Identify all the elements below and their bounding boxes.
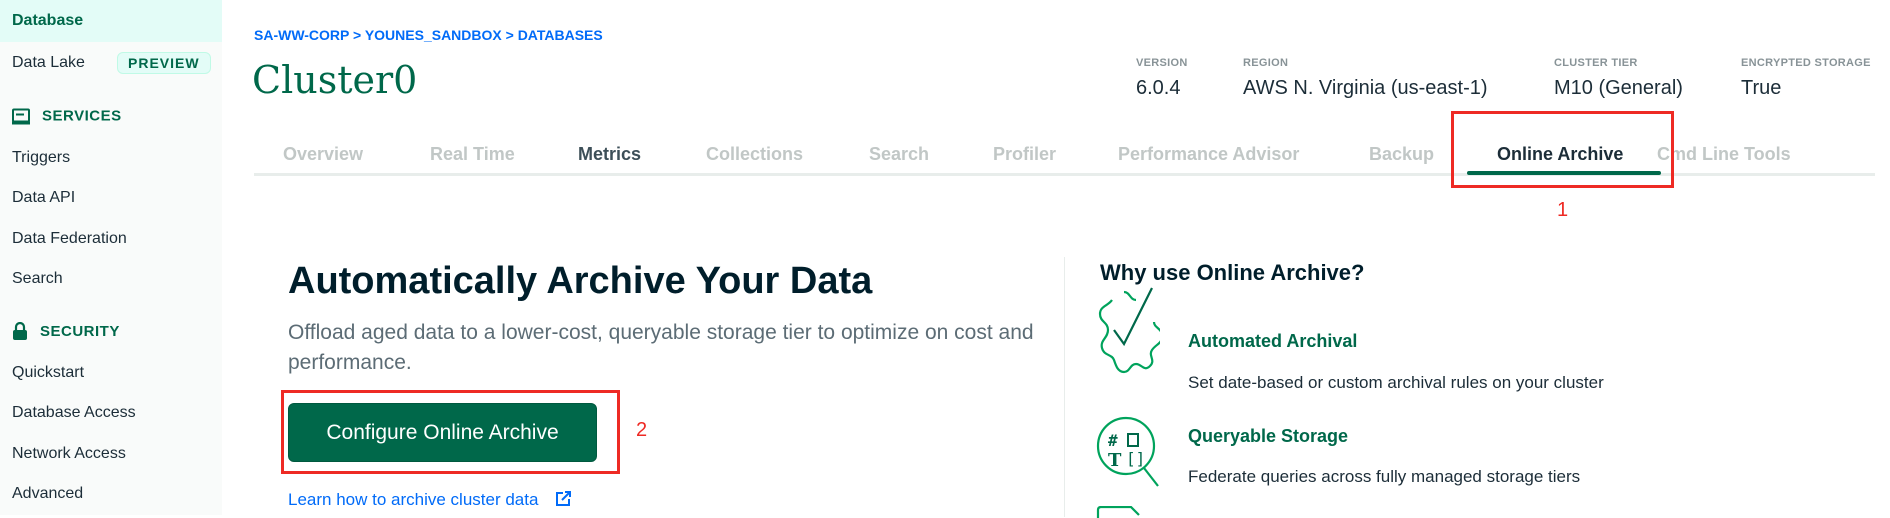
sidebar-item-quickstart[interactable]: Quickstart: [12, 364, 84, 382]
annotation-number-2: 2: [636, 419, 648, 441]
automated-archival-icon: [1098, 287, 1160, 374]
region-label: REGION: [1243, 57, 1289, 69]
encrypted-storage-value: True: [1741, 77, 1782, 99]
sidebar-item-network-access[interactable]: Network Access: [12, 445, 126, 463]
archive-heading: Automatically Archive Your Data: [288, 260, 873, 302]
tab-overview[interactable]: Overview: [283, 144, 363, 165]
vertical-divider: [1064, 257, 1065, 517]
services-header: SERVICES: [12, 108, 122, 125]
cluster-tier-label: CLUSTER TIER: [1554, 57, 1638, 69]
tab-real-time[interactable]: Real Time: [430, 144, 515, 165]
archive-description: Offload aged data to a lower-cost, query…: [288, 321, 1034, 374]
tab-profiler[interactable]: Profiler: [993, 144, 1056, 165]
sidebar-item-database-access[interactable]: Database Access: [12, 404, 136, 422]
sidebar-item-advanced[interactable]: Advanced: [12, 485, 83, 503]
sidebar-item-search[interactable]: Search: [12, 270, 63, 288]
cluster-title: Cluster0: [252, 58, 418, 102]
feature-desc-automated-archival: Set date-based or custom archival rules …: [1188, 373, 1604, 392]
sidebar-item-data-lake[interactable]: Data Lake: [12, 54, 85, 72]
encrypted-storage-label: ENCRYPTED STORAGE: [1741, 57, 1871, 69]
queryable-storage-icon: # T []: [1096, 416, 1159, 487]
why-heading: Why use Online Archive?: [1100, 260, 1365, 285]
tab-metrics[interactable]: Metrics: [578, 144, 641, 165]
annotation-box-1: [1451, 111, 1674, 188]
svg-text:T: T: [1108, 450, 1122, 471]
version-label: VERSION: [1136, 57, 1188, 69]
sidebar-item-triggers[interactable]: Triggers: [12, 149, 70, 167]
tab-backup[interactable]: Backup: [1369, 144, 1434, 165]
annotation-number-1: 1: [1557, 199, 1569, 221]
svg-text:#: #: [1108, 431, 1118, 450]
sidebar-item-database[interactable]: Database: [12, 12, 83, 30]
learn-archive-link-text[interactable]: Learn how to archive cluster data: [288, 490, 538, 510]
sidebar-item-data-federation[interactable]: Data Federation: [12, 230, 127, 248]
feature-title-automated-archival: Automated Archival: [1188, 331, 1358, 351]
sidebar: Database Data Lake PREVIEW SERVICES Trig…: [0, 0, 222, 515]
annotation-box-2: [281, 390, 620, 474]
feature-desc-queryable-storage: Federate queries across fully managed st…: [1188, 467, 1581, 486]
breadcrumb[interactable]: SA-WW-CORP > YOUNES_SANDBOX > DATABASES: [254, 27, 603, 43]
cluster-tier-value: M10 (General): [1554, 77, 1683, 99]
services-icon: [12, 108, 30, 124]
learn-archive-link[interactable]: Learn how to archive cluster data: [288, 490, 572, 510]
third-feature-icon: [1096, 506, 1140, 518]
tab-cmd-line-tools[interactable]: Cmd Line Tools: [1657, 144, 1791, 165]
svg-text:[]: []: [1126, 449, 1145, 468]
preview-badge: PREVIEW: [117, 52, 211, 74]
feature-title-queryable-storage: Queryable Storage: [1188, 426, 1349, 446]
external-link-icon: [556, 491, 572, 506]
security-header: SECURITY: [12, 322, 120, 340]
tab-search[interactable]: Search: [869, 144, 929, 165]
region-value: AWS N. Virginia (us-east-1): [1243, 77, 1488, 99]
tab-collections[interactable]: Collections: [706, 144, 803, 165]
tab-performance-advisor[interactable]: Performance Advisor: [1118, 144, 1299, 165]
security-header-label: SECURITY: [40, 322, 120, 340]
lock-icon: [13, 322, 27, 340]
version-value: 6.0.4: [1136, 77, 1181, 99]
services-header-label: SERVICES: [42, 107, 122, 125]
sidebar-item-data-api[interactable]: Data API: [12, 189, 75, 207]
